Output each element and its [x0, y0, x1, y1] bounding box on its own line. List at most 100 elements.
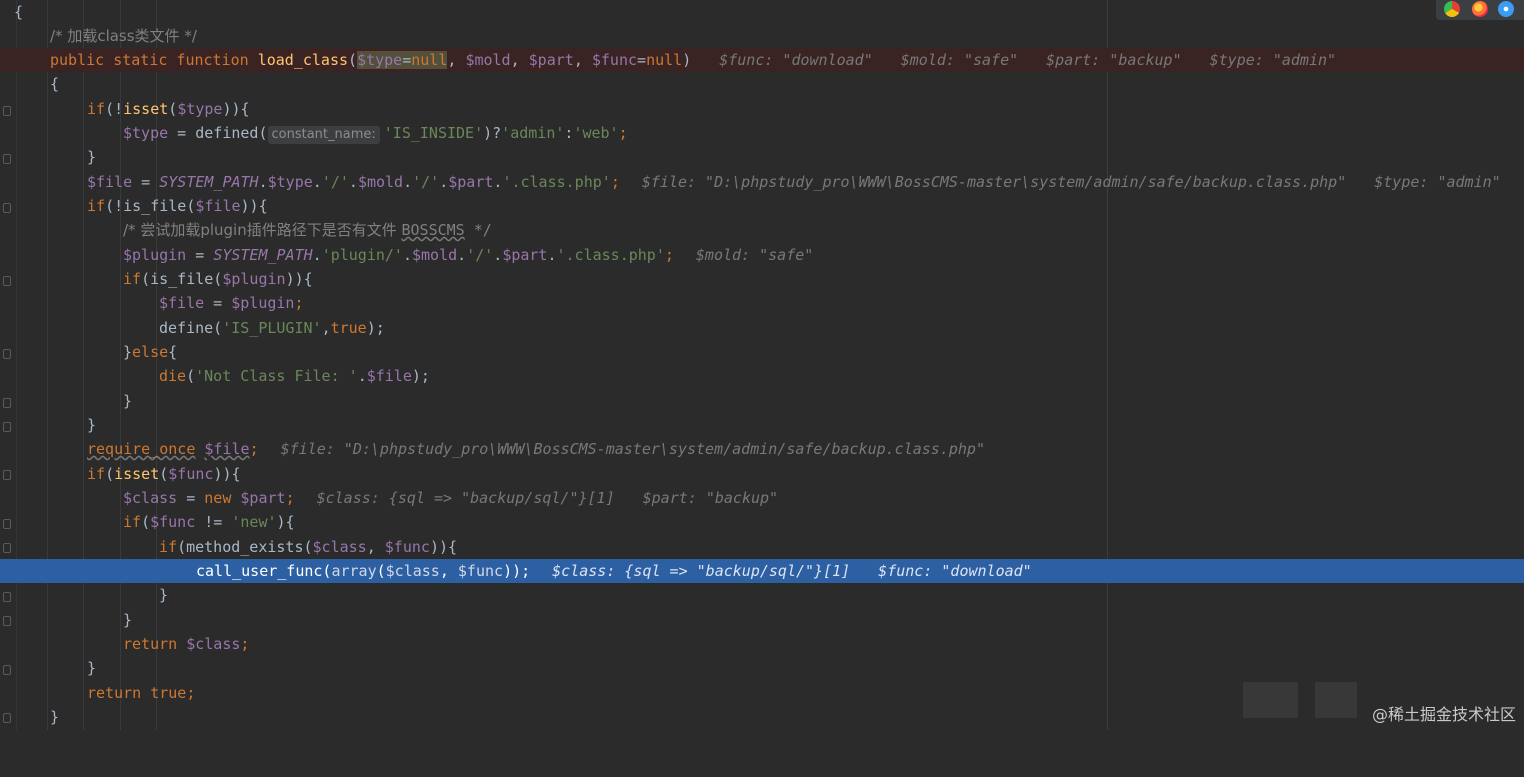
code-token: 'web' [573, 124, 619, 142]
code-line[interactable]: if(!isset($type)){ [0, 97, 1524, 121]
code-line[interactable]: /* 加载class类文件 */ [0, 24, 1524, 48]
code-token: if [87, 100, 106, 118]
execution-point-line[interactable]: call_user_func(array($class, $func)); $cl… [0, 559, 1524, 583]
chrome-icon[interactable] [1444, 1, 1460, 17]
code-token: SYSTEM_PATH [213, 246, 313, 264]
code-token: = [637, 51, 647, 69]
code-line[interactable]: if(is_file($plugin)){ [0, 267, 1524, 291]
code-token: ; [249, 440, 259, 458]
breakpoint-line[interactable]: public static function load_class($type=… [0, 48, 1524, 72]
code-token: $file [159, 294, 205, 312]
code-token: = [402, 51, 412, 69]
code-token: */ [464, 221, 492, 239]
code-token: isset [123, 100, 169, 118]
code-token: $file [87, 173, 133, 191]
code-token: . [357, 367, 367, 385]
code-token: ; [610, 173, 620, 191]
code-token: = defined( [168, 124, 268, 142]
code-line[interactable]: if(!is_file($file)){ [0, 194, 1524, 218]
code-line[interactable]: $class = new $part; $class: {sql => "back… [0, 486, 1524, 510]
code-line[interactable]: } [0, 389, 1524, 413]
code-token: , [447, 51, 466, 69]
code-token: } [87, 416, 97, 434]
code-token: if($func != 'new'){ [123, 510, 295, 534]
code-line[interactable]: $file = SYSTEM_PATH.$type.'/'.$mold.'/'.… [0, 170, 1524, 194]
inline-debug-value: $type: "admin" [1209, 51, 1337, 69]
code-token: ( [141, 513, 151, 531]
code-line[interactable]: { [0, 72, 1524, 96]
code-token: )? [483, 124, 502, 142]
code-token: $class [123, 489, 178, 507]
code-token: } [87, 413, 96, 437]
code-token: load_class [257, 51, 349, 69]
code-token: ( [168, 100, 178, 118]
code-line[interactable]: if($func != 'new'){ [0, 510, 1524, 534]
code-line[interactable]: define('IS_PLUGIN',true); [0, 316, 1524, 340]
code-token: } [159, 586, 169, 604]
code-token: return [123, 635, 178, 653]
code-token: != [195, 513, 232, 531]
code-token: { [14, 3, 24, 21]
inline-debug-value: $func: "download" [878, 562, 1032, 580]
code-token: $mold [412, 246, 458, 264]
code-token: } [87, 659, 97, 677]
code-line[interactable]: { [0, 0, 1524, 24]
code-token: SYSTEM_PATH [159, 173, 259, 191]
code-token: return true; [87, 681, 195, 705]
code-token: $plugin [222, 270, 286, 288]
code-token: . [439, 173, 449, 191]
code-token: true [330, 319, 367, 337]
code-token: $class [312, 538, 367, 556]
code-token: } [87, 145, 96, 169]
code-token: ; [618, 124, 628, 142]
code-token: 'IS_INSIDE' [383, 124, 484, 142]
code-token: ; [664, 246, 674, 264]
code-token: $file [366, 367, 412, 385]
safari-icon[interactable] [1498, 1, 1514, 17]
firefox-icon[interactable] [1472, 1, 1488, 17]
code-token: true [150, 684, 187, 702]
code-line[interactable]: if(method_exists($class, $func)){ [0, 535, 1524, 559]
code-token: ; [186, 684, 196, 702]
code-token: $type [357, 51, 403, 69]
code-token: $plugin [231, 294, 295, 312]
code-token: $type = defined(constant_name: 'IS_INSIDE… [123, 121, 628, 145]
code-token: $mold [357, 173, 404, 191]
code-token: '/' [412, 173, 440, 191]
code-token: } [123, 389, 132, 413]
code-line[interactable]: return $class; [0, 632, 1524, 656]
code-token: if [159, 538, 178, 556]
code-token: define('IS_PLUGIN',true); [159, 316, 385, 340]
code-token: $func [150, 513, 196, 531]
code-line[interactable]: } [0, 656, 1524, 680]
code-token: $plugin = SYSTEM_PATH.'plugin/'.$mold.'/… [123, 243, 813, 267]
code-token: ( [348, 51, 358, 69]
code-token: , [510, 51, 529, 69]
code-line[interactable]: require_once $file; $file: "D:\phpstudy_p… [0, 437, 1524, 461]
code-token: require_once [87, 440, 196, 458]
code-token: . [258, 173, 268, 191]
code-token: ; [240, 635, 250, 653]
code-line[interactable]: if(isset($func)){ [0, 462, 1524, 486]
code-editor[interactable]: { /* 加载class类文件 */ public static functio… [0, 0, 1524, 730]
code-line[interactable]: /* 尝试加载plugin插件路径下是否有文件 BOSSCMS */ [0, 218, 1524, 242]
code-line[interactable]: $file = $plugin; [0, 291, 1524, 315]
code-token: if(isset($func)){ [87, 462, 241, 486]
code-line[interactable]: } [0, 608, 1524, 632]
code-line[interactable]: }else{ [0, 340, 1524, 364]
code-token: call_user_func(array($class, $func)); $cl… [196, 559, 1032, 583]
code-line[interactable]: } [0, 145, 1524, 169]
code-token: { [50, 72, 59, 96]
blurred-region [1315, 682, 1357, 718]
code-line[interactable]: $plugin = SYSTEM_PATH.'plugin/'.$mold.'/… [0, 243, 1524, 267]
code-token: $part [502, 246, 548, 264]
code-token: if(!isset($type)){ [87, 97, 250, 121]
code-token: $type [267, 173, 313, 191]
code-line[interactable]: } [0, 583, 1524, 607]
code-token: $type=null [357, 51, 448, 69]
code-line[interactable]: $type = defined(constant_name: 'IS_INSIDE… [0, 121, 1524, 145]
code-line[interactable]: } [0, 413, 1524, 437]
code-line[interactable]: die('Not Class File: '.$file); [0, 364, 1524, 388]
code-token: if(method_exists($class, $func)){ [159, 535, 457, 559]
